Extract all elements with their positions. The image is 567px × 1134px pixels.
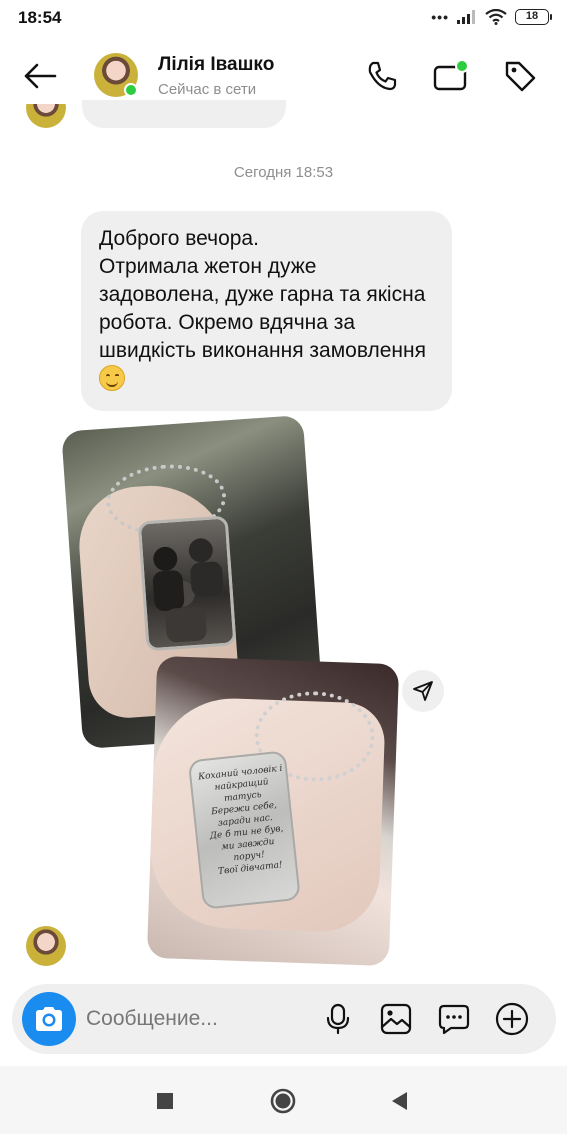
status-time: 18:54 xyxy=(18,8,62,27)
portrait-engraving-icon xyxy=(152,538,224,643)
phone-icon xyxy=(368,61,397,91)
message-bubble[interactable]: Доброго вечора. Отримала жетон дуже задо… xyxy=(81,211,452,411)
notification-dots-icon: ••• xyxy=(431,9,449,25)
chat-bubble-icon xyxy=(438,1004,470,1035)
wifi-icon xyxy=(485,9,507,25)
square-icon xyxy=(157,1093,173,1109)
video-call-icon xyxy=(433,59,469,91)
online-indicator xyxy=(124,83,138,97)
recents-button[interactable] xyxy=(150,1086,180,1116)
triangle-back-icon xyxy=(392,1092,407,1110)
photo-attachment-2[interactable]: Коханий чоловік і найкращий татусь Береж… xyxy=(146,655,400,967)
audio-call-button[interactable] xyxy=(362,56,402,96)
share-button[interactable] xyxy=(402,670,444,712)
voice-message-button[interactable] xyxy=(318,999,358,1039)
circle-icon xyxy=(270,1088,296,1114)
arrow-left-icon xyxy=(24,63,57,89)
engraving-text: Коханий чоловік і найкращий татусь Береж… xyxy=(197,763,284,877)
contact-name[interactable]: Лілія Івашко xyxy=(158,54,274,76)
video-call-button[interactable] xyxy=(432,56,472,96)
camera-button[interactable] xyxy=(22,992,76,1046)
more-actions-button[interactable] xyxy=(492,999,532,1039)
plus-circle-icon xyxy=(495,1002,529,1036)
system-nav-bar xyxy=(0,1066,567,1134)
image-icon xyxy=(380,1003,412,1035)
contact-status: Сейчас в сети xyxy=(158,81,257,98)
status-bar: 18:54 ••• 18 xyxy=(0,0,567,36)
message-text: Доброго вечора. Отримала жетон дуже задо… xyxy=(99,227,426,362)
message-input[interactable] xyxy=(86,1002,306,1036)
engraved-portrait-tag xyxy=(137,515,237,652)
microphone-icon xyxy=(326,1003,350,1035)
engraved-text-tag: Коханий чоловік і найкращий татусь Береж… xyxy=(187,750,301,910)
signal-icon xyxy=(457,10,475,24)
tag-button[interactable] xyxy=(500,56,540,96)
message-timestamp: Сегодня 18:53 xyxy=(233,164,334,181)
gallery-button[interactable] xyxy=(376,999,416,1039)
message-composer xyxy=(12,984,556,1054)
sticker-button[interactable] xyxy=(434,999,474,1039)
previous-message-avatar xyxy=(26,104,66,128)
send-arrow-icon xyxy=(413,681,433,701)
back-button[interactable] xyxy=(18,58,62,94)
sender-avatar[interactable] xyxy=(26,926,66,966)
battery-indicator: 18 xyxy=(515,9,552,25)
tag-icon xyxy=(505,61,536,92)
previous-message-bubble[interactable] xyxy=(82,100,286,128)
home-button[interactable] xyxy=(268,1086,298,1116)
smiling-face-emoji-icon xyxy=(99,365,125,391)
camera-icon xyxy=(36,1007,62,1031)
back-nav-button[interactable] xyxy=(384,1086,414,1116)
status-icons: ••• 18 xyxy=(431,9,552,25)
